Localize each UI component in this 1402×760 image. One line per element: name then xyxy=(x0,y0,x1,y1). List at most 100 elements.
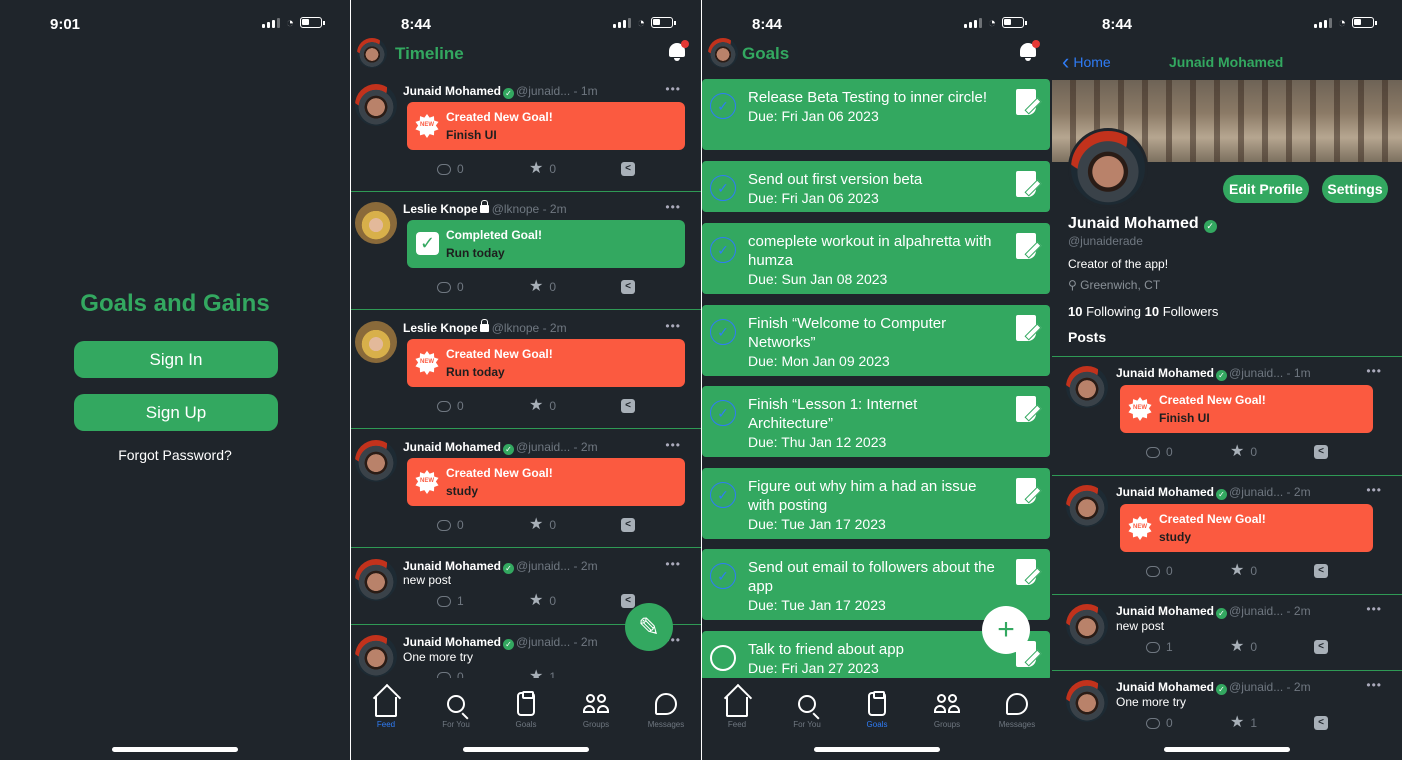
goal-card[interactable]: Created New Goal! study xyxy=(407,458,685,506)
edit-icon[interactable] xyxy=(1016,315,1036,341)
post-author[interactable]: Junaid Mohamed xyxy=(1116,680,1214,694)
tab-messages[interactable]: Messages xyxy=(982,688,1052,729)
edit-icon[interactable] xyxy=(1016,233,1036,259)
goal-card[interactable]: Created New Goal! Run today xyxy=(407,339,685,387)
more-icon[interactable]: ••• xyxy=(665,82,681,96)
post-author[interactable]: Junaid Mohamed xyxy=(403,635,501,649)
edit-icon[interactable] xyxy=(1016,559,1036,585)
tab-feed[interactable]: Feed xyxy=(351,688,421,729)
checkmark-circle-icon[interactable]: ✓ xyxy=(710,563,736,589)
star-button[interactable]: ★ 0 xyxy=(529,279,556,295)
more-icon[interactable]: ••• xyxy=(1366,678,1382,692)
comment-button[interactable]: 0 xyxy=(1146,564,1173,578)
avatar[interactable] xyxy=(708,38,738,68)
avatar[interactable] xyxy=(1066,604,1108,646)
star-button[interactable]: ★ 0 xyxy=(1230,639,1257,655)
star-button[interactable]: ★ 0 xyxy=(1230,563,1257,579)
more-icon[interactable]: ••• xyxy=(665,319,681,333)
more-icon[interactable]: ••• xyxy=(665,200,681,214)
post-author[interactable]: Junaid Mohamed xyxy=(403,84,501,98)
share-button[interactable]: < xyxy=(621,399,635,413)
bell-icon[interactable] xyxy=(1018,40,1040,62)
share-button[interactable]: < xyxy=(1314,640,1328,654)
comment-button[interactable]: 0 xyxy=(437,399,464,413)
more-icon[interactable]: ••• xyxy=(1366,364,1382,378)
avatar[interactable] xyxy=(355,635,397,677)
more-icon[interactable]: ••• xyxy=(665,438,681,452)
comment-button[interactable]: 1 xyxy=(1146,640,1173,654)
comment-button[interactable]: 0 xyxy=(1146,716,1173,730)
avatar[interactable] xyxy=(355,202,397,244)
tab-messages[interactable]: Messages xyxy=(631,688,701,729)
post-author[interactable]: Junaid Mohamed xyxy=(403,559,501,573)
more-icon[interactable]: ••• xyxy=(1366,602,1382,616)
followers-label[interactable]: Followers xyxy=(1163,304,1219,319)
bell-icon[interactable] xyxy=(667,40,689,62)
post-author[interactable]: Leslie Knope xyxy=(403,321,478,335)
star-button[interactable]: ★ 0 xyxy=(529,593,556,609)
share-button[interactable]: < xyxy=(621,280,635,294)
tab-groups[interactable]: Groups xyxy=(561,688,631,729)
forgot-password-link[interactable]: Forgot Password? xyxy=(0,447,350,463)
avatar[interactable] xyxy=(355,84,397,126)
goal-item[interactable]: ✓ Finish “Lesson 1: Internet Architecture… xyxy=(702,386,1050,457)
star-button[interactable]: ★ 0 xyxy=(1230,444,1257,460)
sign-up-button[interactable]: Sign Up xyxy=(74,394,278,431)
goal-card[interactable]: Created New Goal! Finish UI xyxy=(407,102,685,150)
edit-icon[interactable] xyxy=(1016,89,1036,115)
post-author[interactable]: Junaid Mohamed xyxy=(1116,366,1214,380)
empty-circle-icon[interactable] xyxy=(710,645,736,671)
add-goal-button[interactable]: + xyxy=(982,606,1030,654)
tab-feed[interactable]: Feed xyxy=(702,688,772,729)
post-author[interactable]: Leslie Knope xyxy=(403,202,478,216)
avatar[interactable] xyxy=(1066,680,1108,722)
tab-for-you[interactable]: For You xyxy=(772,688,842,729)
sign-in-button[interactable]: Sign In xyxy=(74,341,278,378)
checkmark-circle-icon[interactable]: ✓ xyxy=(710,93,736,119)
tab-goals[interactable]: Goals xyxy=(491,688,561,729)
star-button[interactable]: ★ 0 xyxy=(529,161,556,177)
goal-item[interactable]: ✓ comeplete workout in alpahretta with hu… xyxy=(702,223,1050,294)
goal-item[interactable]: ✓ Figure out why him a had an issue with … xyxy=(702,468,1050,539)
share-button[interactable]: < xyxy=(621,594,635,608)
more-icon[interactable]: ••• xyxy=(665,557,681,571)
avatar[interactable] xyxy=(1066,485,1108,527)
checkmark-circle-icon[interactable]: ✓ xyxy=(710,400,736,426)
tab-goals[interactable]: Goals xyxy=(842,688,912,729)
more-icon[interactable]: ••• xyxy=(1366,483,1382,497)
star-button[interactable]: ★ 1 xyxy=(1230,715,1257,731)
back-button[interactable]: Home xyxy=(1062,54,1110,70)
comment-button[interactable]: 0 xyxy=(1146,445,1173,459)
checkmark-circle-icon[interactable]: ✓ xyxy=(710,482,736,508)
edit-icon[interactable] xyxy=(1016,478,1036,504)
edit-icon[interactable] xyxy=(1016,171,1036,197)
avatar[interactable] xyxy=(355,559,397,601)
post-author[interactable]: Junaid Mohamed xyxy=(1116,485,1214,499)
followers-count[interactable]: 10 xyxy=(1145,304,1159,319)
comment-button[interactable]: 0 xyxy=(437,162,464,176)
following-label[interactable]: Following xyxy=(1086,304,1141,319)
checkmark-circle-icon[interactable]: ✓ xyxy=(710,319,736,345)
checkmark-circle-icon[interactable]: ✓ xyxy=(710,237,736,263)
comment-button[interactable]: 0 xyxy=(437,518,464,532)
goal-card[interactable]: Created New Goal! Finish UI xyxy=(1120,385,1373,433)
star-button[interactable]: ★ 0 xyxy=(529,398,556,414)
checkmark-circle-icon[interactable]: ✓ xyxy=(710,175,736,201)
compose-button[interactable]: ✎ xyxy=(625,603,673,651)
goal-item[interactable]: ✓ Send out first version beta Due: Fri Jan… xyxy=(702,161,1050,212)
tab-for-you[interactable]: For You xyxy=(421,688,491,729)
avatar[interactable] xyxy=(355,440,397,482)
following-count[interactable]: 10 xyxy=(1068,304,1082,319)
share-button[interactable]: < xyxy=(1314,716,1328,730)
edit-icon[interactable] xyxy=(1016,396,1036,422)
edit-profile-button[interactable]: Edit Profile xyxy=(1223,175,1309,203)
star-button[interactable]: ★ 0 xyxy=(529,517,556,533)
avatar[interactable] xyxy=(357,38,387,68)
profile-avatar[interactable] xyxy=(1068,128,1148,208)
comment-button[interactable]: 0 xyxy=(437,280,464,294)
settings-button[interactable]: Settings xyxy=(1322,175,1388,203)
share-button[interactable]: < xyxy=(621,518,635,532)
avatar[interactable] xyxy=(1066,366,1108,408)
share-button[interactable]: < xyxy=(621,162,635,176)
post-author[interactable]: Junaid Mohamed xyxy=(1116,604,1214,618)
